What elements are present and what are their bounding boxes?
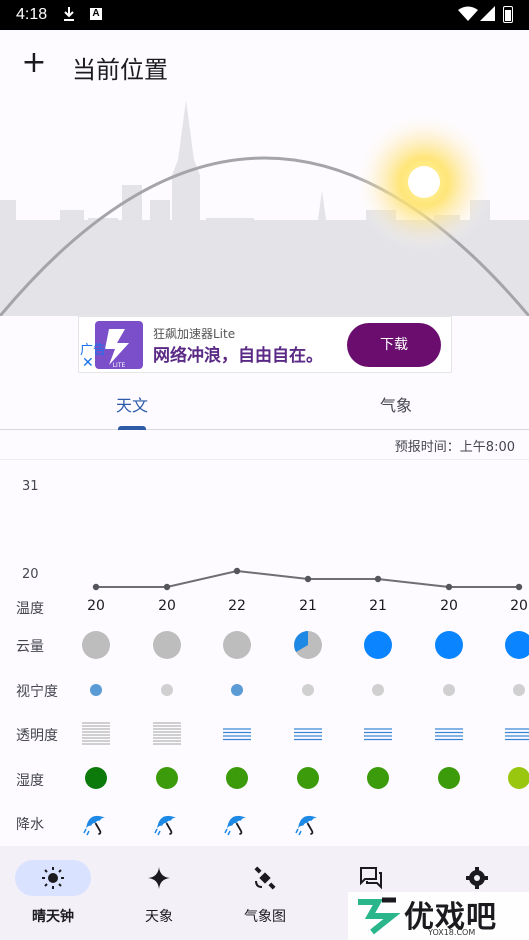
umbrella-icon	[295, 815, 318, 836]
temperature-value: 22	[228, 598, 246, 614]
temperature-value: 20	[440, 598, 458, 614]
ytick-label: 20	[22, 567, 39, 582]
cloud-cover-indicator	[153, 631, 181, 659]
watermark-logo	[358, 897, 400, 935]
nav-celestial[interactable]: 天象	[106, 846, 212, 940]
nav-label: 晴天钟	[32, 909, 74, 925]
ad-download-button[interactable]: 下载	[347, 323, 441, 367]
nav-label: 天象	[145, 909, 173, 925]
page-title: 当前位置	[72, 56, 168, 84]
humidity-indicator	[156, 767, 178, 789]
divider	[0, 459, 529, 460]
cloud-cover-indicator	[294, 631, 322, 659]
temperature-point	[304, 575, 312, 583]
seeing-indicator	[372, 684, 384, 696]
signal-icon	[480, 6, 495, 21]
watermark-subtext: YOX18.COM	[428, 928, 476, 937]
nav-clear-sky-clock[interactable]: 晴天钟	[0, 846, 106, 940]
app-notification-icon: A	[90, 8, 102, 20]
seeing-indicator	[513, 684, 525, 696]
ad-subtitle: 狂飙加速器Lite	[153, 327, 236, 341]
transparency-indicator	[153, 722, 181, 745]
seeing-indicator	[161, 684, 173, 696]
temperature-point	[515, 583, 523, 591]
row-label-seeing: 视宁度	[16, 684, 58, 700]
transparency-indicator	[82, 722, 110, 745]
temperature-point	[445, 583, 453, 591]
ytick-label: 31	[22, 479, 39, 494]
temperature-value: 20	[87, 598, 105, 614]
cloud-cover-indicator	[435, 631, 463, 659]
humidity-indicator	[85, 767, 107, 789]
row-label-humidity: 湿度	[16, 773, 44, 789]
download-icon	[64, 7, 74, 21]
row-label-cloud: 云量	[16, 639, 44, 655]
ad-headline: 网络冲浪，自由自在。	[153, 346, 323, 366]
cloud-cover-indicator	[82, 631, 110, 659]
umbrella-icon	[224, 815, 247, 836]
temperature-value: 21	[299, 598, 317, 614]
watermark: 优戏吧 YOX18.COM	[348, 892, 529, 940]
nav-label: 气象图	[244, 909, 286, 925]
seeing-indicator	[90, 684, 102, 696]
transparency-indicator	[294, 728, 322, 741]
umbrella-icon	[83, 815, 106, 836]
temperature-value: 21	[369, 598, 387, 614]
cloud-cover-indicator	[223, 631, 251, 659]
tab-weather[interactable]: 气象	[380, 392, 412, 416]
status-bar: 4:18 A	[0, 0, 529, 30]
status-time: 4:18	[16, 6, 48, 23]
temperature-point	[233, 567, 241, 575]
row-label-transparency: 透明度	[16, 728, 58, 744]
humidity-indicator	[367, 767, 389, 789]
transparency-indicator	[435, 728, 463, 741]
forecast-time: 预报时间：上午8:00	[394, 440, 515, 455]
satellite-icon	[212, 866, 318, 896]
ad-banner[interactable]: LITE 广告 ✕ 狂飙加速器Lite 网络冲浪，自由自在。 下载	[78, 316, 452, 373]
humidity-indicator	[226, 767, 248, 789]
tab-bar: 天文 气象	[0, 380, 529, 430]
transparency-indicator	[364, 728, 392, 741]
nav-weather-map[interactable]: 气象图	[212, 846, 318, 940]
temperature-value: 20	[158, 598, 176, 614]
sparkle-icon	[106, 866, 212, 896]
svg-text:LITE: LITE	[113, 362, 126, 369]
wifi-icon	[458, 6, 478, 21]
seeing-indicator	[302, 684, 314, 696]
temperature-point	[374, 575, 382, 583]
ad-close-icon[interactable]: ✕	[82, 355, 94, 371]
cloud-cover-indicator	[505, 631, 529, 659]
battery-icon	[503, 6, 513, 23]
temperature-point	[92, 583, 100, 591]
temperature-value: 20	[510, 598, 528, 614]
sun-path-illustration	[0, 100, 529, 316]
humidity-indicator	[438, 767, 460, 789]
umbrella-icon	[154, 815, 177, 836]
add-location-button[interactable]: +	[20, 48, 48, 78]
humidity-indicator	[297, 767, 319, 789]
sun-icon	[0, 866, 106, 896]
temperature-chart: 31 20	[22, 479, 523, 591]
sun-icon	[408, 166, 440, 198]
transparency-indicator	[223, 728, 251, 741]
tab-indicator	[118, 426, 146, 430]
temperature-point	[163, 583, 171, 591]
transparency-indicator	[505, 728, 529, 741]
tab-astronomy[interactable]: 天文	[116, 392, 148, 416]
seeing-indicator	[443, 684, 455, 696]
row-label-precipitation: 降水	[16, 817, 44, 833]
humidity-indicator	[508, 767, 529, 789]
cloud-cover-indicator	[364, 631, 392, 659]
seeing-indicator	[231, 684, 243, 696]
row-label-temperature: 温度	[16, 601, 44, 617]
